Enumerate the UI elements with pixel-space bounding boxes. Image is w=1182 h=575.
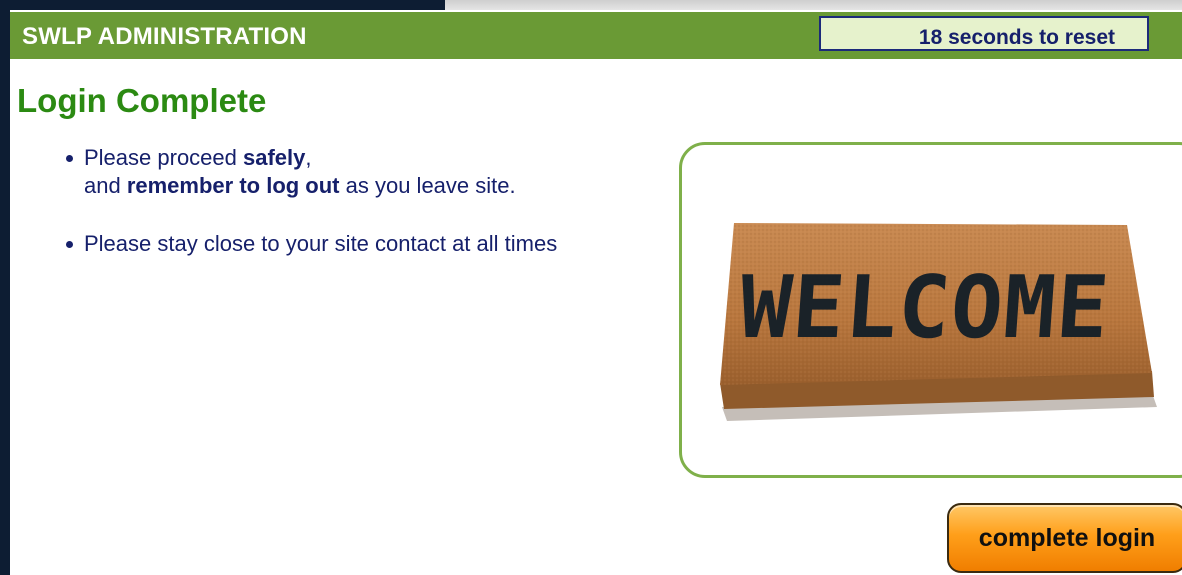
list-item: Please proceed safely, and remember to l… xyxy=(66,144,666,200)
list-item: Please stay close to your site contact a… xyxy=(66,230,666,258)
note-1-line2-text: and xyxy=(84,173,127,198)
note-1-text: Please proceed xyxy=(84,145,243,170)
note-1-line2-end: as you leave site. xyxy=(339,173,516,198)
welcome-mat-text: WELCOME xyxy=(736,258,1112,358)
note-1-bold-safely: safely xyxy=(243,145,306,170)
page-title: Login Complete xyxy=(17,82,267,119)
reset-countdown-box: 18 seconds to reset xyxy=(819,16,1149,51)
note-1-comma: , xyxy=(305,145,312,170)
header-title: SWLP ADMINISTRATION xyxy=(22,23,307,50)
note-1-bold-logout: remember to log out xyxy=(126,173,340,198)
welcome-image-frame: WELCOME xyxy=(679,142,1182,478)
reset-countdown-text: 18 seconds to reset xyxy=(918,26,1115,49)
header-bar: SWLP ADMINISTRATION 18 seconds to reset xyxy=(10,12,1182,59)
bullet-icon xyxy=(66,155,73,162)
note-2-text: Please stay close to your site contact a… xyxy=(84,231,558,256)
welcome-mat-image: WELCOME xyxy=(720,223,1157,421)
notes-list: Please proceed safely, and remember to l… xyxy=(66,144,666,258)
app-window: SWLP ADMINISTRATION 18 seconds to reset … xyxy=(10,10,1182,575)
bullet-icon xyxy=(66,241,73,248)
complete-login-label: complete login xyxy=(978,524,1156,552)
complete-login-button[interactable]: complete login xyxy=(947,503,1182,573)
